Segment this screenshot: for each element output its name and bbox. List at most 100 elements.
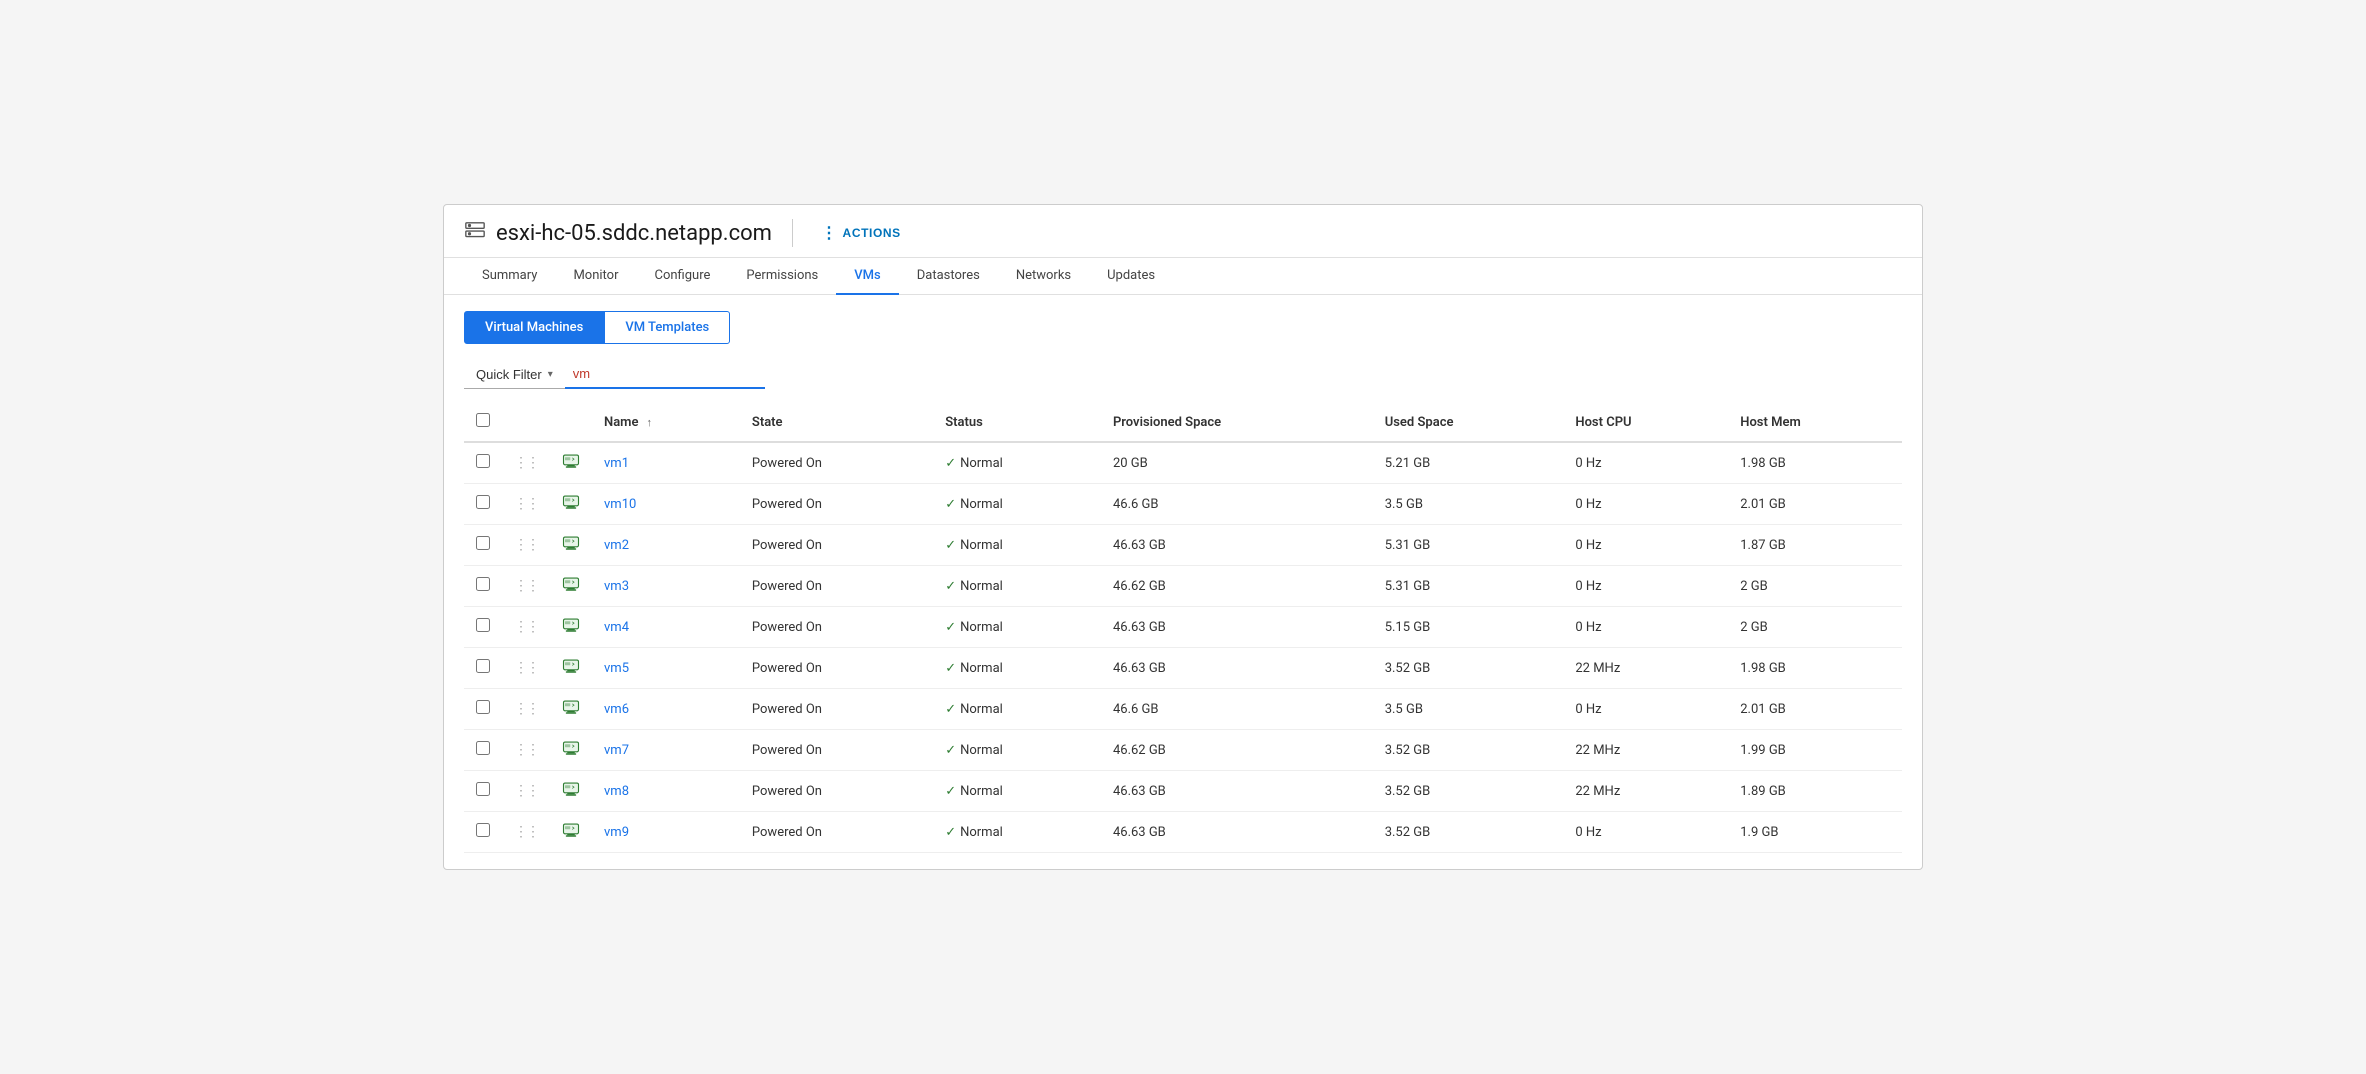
col-state[interactable]: State (740, 403, 933, 442)
row-checkbox[interactable] (476, 454, 490, 468)
vm-name-link[interactable]: vm1 (604, 456, 629, 471)
col-status[interactable]: Status (933, 403, 1101, 442)
actions-button[interactable]: ⋮ ACTIONS (813, 219, 909, 247)
drag-handle-cell: ⋮⋮ (502, 525, 550, 566)
main-window: esxi-hc-05.sddc.netapp.com ⋮ ACTIONS Sum… (443, 204, 1923, 870)
status-check-icon: ✓ (945, 456, 956, 471)
drag-handle-icon[interactable]: ⋮⋮ (514, 824, 538, 840)
vm-state-cell: Powered On (740, 730, 933, 771)
vm-cpu-cell: 0 Hz (1563, 689, 1728, 730)
vm-state-cell: Powered On (740, 607, 933, 648)
tab-networks[interactable]: Networks (998, 258, 1089, 295)
vm-icon-cell (550, 730, 592, 771)
drag-handle-cell: ⋮⋮ (502, 689, 550, 730)
tab-configure[interactable]: Configure (637, 258, 729, 295)
table-header-row: Name ↑ State Status Provisioned Space Us… (464, 403, 1902, 442)
row-checkbox[interactable] (476, 782, 490, 796)
drag-handle-icon[interactable]: ⋮⋮ (514, 537, 538, 553)
tab-permissions[interactable]: Permissions (728, 258, 836, 295)
table-row: ⋮⋮ vm8 Powered On ✓Normal 46.63 GB 3.52 … (464, 771, 1902, 812)
vm-name-link[interactable]: vm7 (604, 743, 629, 758)
col-mem[interactable]: Host Mem (1728, 403, 1902, 442)
row-checkbox[interactable] (476, 700, 490, 714)
row-checkbox[interactable] (476, 618, 490, 632)
vm-table-wrap: Name ↑ State Status Provisioned Space Us… (464, 403, 1902, 853)
vm-name-link[interactable]: vm9 (604, 825, 629, 840)
header-divider (792, 219, 793, 247)
vm-status-cell: ✓Normal (933, 525, 1101, 566)
row-checkbox[interactable] (476, 741, 490, 755)
vm-icon-cell (550, 648, 592, 689)
filter-row: Quick Filter ▾ (464, 360, 1902, 389)
vm-used-cell: 3.52 GB (1373, 648, 1564, 689)
vm-mem-cell: 1.98 GB (1728, 648, 1902, 689)
vm-provisioned-cell: 46.63 GB (1101, 648, 1373, 689)
drag-handle-cell: ⋮⋮ (502, 607, 550, 648)
table-row: ⋮⋮ vm9 Powered On ✓Normal 46.63 GB 3.52 … (464, 812, 1902, 853)
drag-handle-icon[interactable]: ⋮⋮ (514, 455, 538, 471)
row-checkbox[interactable] (476, 659, 490, 673)
col-cpu[interactable]: Host CPU (1563, 403, 1728, 442)
vm-type-icon (562, 746, 580, 761)
vm-name-cell: vm6 (592, 689, 740, 730)
quick-filter-label: Quick Filter (476, 367, 542, 382)
vm-type-icon (562, 582, 580, 597)
row-checkbox[interactable] (476, 577, 490, 591)
vm-name-link[interactable]: vm10 (604, 497, 636, 512)
drag-handle-icon[interactable]: ⋮⋮ (514, 742, 538, 758)
row-checkbox[interactable] (476, 536, 490, 550)
vm-state-cell: Powered On (740, 566, 933, 607)
subtab-virtual-machines[interactable]: Virtual Machines (464, 311, 604, 344)
header-title: esxi-hc-05.sddc.netapp.com (464, 220, 772, 247)
drag-handle-cell: ⋮⋮ (502, 442, 550, 484)
nav-tabs: Summary Monitor Configure Permissions VM… (444, 258, 1922, 295)
tab-summary[interactable]: Summary (464, 258, 555, 295)
vm-state-cell: Powered On (740, 771, 933, 812)
col-name[interactable]: Name ↑ (592, 403, 740, 442)
vm-name-link[interactable]: vm8 (604, 784, 629, 799)
drag-handle-icon[interactable]: ⋮⋮ (514, 619, 538, 635)
drag-handle-cell: ⋮⋮ (502, 648, 550, 689)
drag-handle-icon[interactable]: ⋮⋮ (514, 578, 538, 594)
chevron-down-icon: ▾ (548, 369, 553, 380)
col-provisioned[interactable]: Provisioned Space (1101, 403, 1373, 442)
select-all-checkbox[interactable] (476, 413, 490, 427)
vm-name-link[interactable]: vm5 (604, 661, 629, 676)
row-checkbox-cell (464, 689, 502, 730)
vm-used-cell: 5.31 GB (1373, 525, 1564, 566)
drag-handle-icon[interactable]: ⋮⋮ (514, 660, 538, 676)
row-checkbox[interactable] (476, 823, 490, 837)
filter-input[interactable] (565, 360, 765, 389)
tab-monitor[interactable]: Monitor (555, 258, 636, 295)
vm-mem-cell: 1.9 GB (1728, 812, 1902, 853)
vm-status-cell: ✓Normal (933, 442, 1101, 484)
drag-handle-cell: ⋮⋮ (502, 812, 550, 853)
vm-name-link[interactable]: vm4 (604, 620, 629, 635)
tab-datastores[interactable]: Datastores (899, 258, 998, 295)
tab-updates[interactable]: Updates (1089, 258, 1173, 295)
vm-status-cell: ✓Normal (933, 648, 1101, 689)
status-check-icon: ✓ (945, 784, 956, 799)
table-row: ⋮⋮ vm5 Powered On ✓Normal 46.63 GB 3.52 … (464, 648, 1902, 689)
vm-type-icon (562, 541, 580, 556)
drag-handle-cell: ⋮⋮ (502, 566, 550, 607)
vm-state-cell: Powered On (740, 812, 933, 853)
vm-used-cell: 5.31 GB (1373, 566, 1564, 607)
vm-name-link[interactable]: vm3 (604, 579, 629, 594)
vm-mem-cell: 2 GB (1728, 566, 1902, 607)
drag-handle-icon[interactable]: ⋮⋮ (514, 496, 538, 512)
vm-provisioned-cell: 46.62 GB (1101, 566, 1373, 607)
drag-handle-cell: ⋮⋮ (502, 730, 550, 771)
page-title: esxi-hc-05.sddc.netapp.com (496, 221, 772, 246)
tab-vms[interactable]: VMs (836, 258, 898, 295)
table-row: ⋮⋮ vm2 Powered On ✓Normal 46.63 GB 5.31 … (464, 525, 1902, 566)
vm-mem-cell: 1.87 GB (1728, 525, 1902, 566)
col-used[interactable]: Used Space (1373, 403, 1564, 442)
row-checkbox[interactable] (476, 495, 490, 509)
subtab-vm-templates[interactable]: VM Templates (604, 311, 730, 344)
drag-handle-icon[interactable]: ⋮⋮ (514, 701, 538, 717)
vm-name-link[interactable]: vm6 (604, 702, 629, 717)
quick-filter-button[interactable]: Quick Filter ▾ (464, 361, 565, 389)
vm-name-link[interactable]: vm2 (604, 538, 629, 553)
drag-handle-icon[interactable]: ⋮⋮ (514, 783, 538, 799)
